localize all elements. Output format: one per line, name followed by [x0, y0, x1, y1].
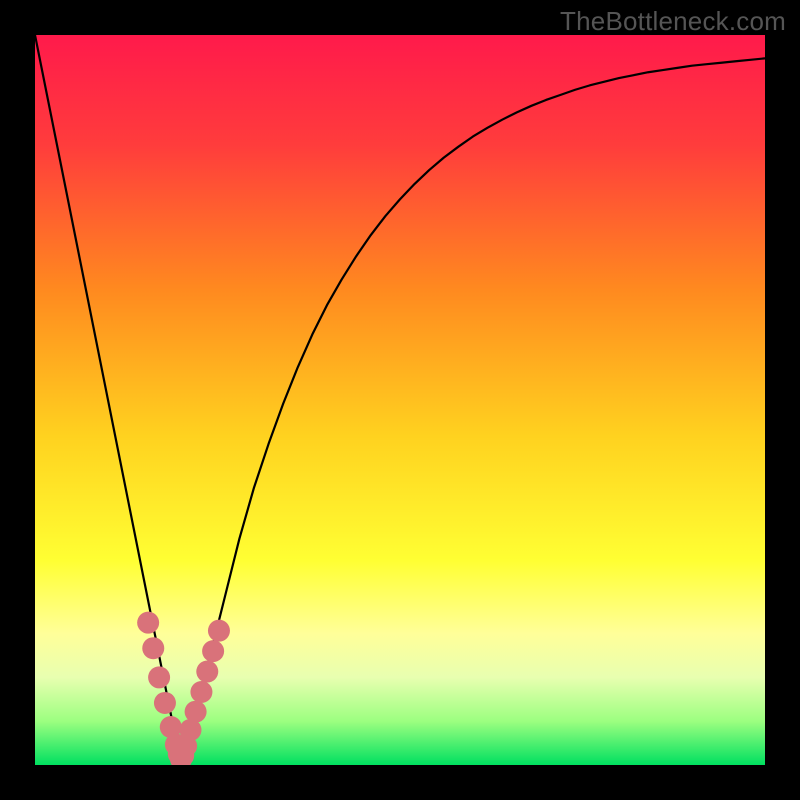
- chart-svg: [35, 35, 765, 765]
- highlight-dot: [202, 640, 224, 662]
- plot-area: [35, 35, 765, 765]
- highlight-dot: [185, 701, 207, 723]
- chart-frame: TheBottleneck.com: [0, 0, 800, 800]
- highlight-dot: [190, 681, 212, 703]
- highlight-dot: [148, 666, 170, 688]
- highlight-dot: [154, 692, 176, 714]
- highlight-dot: [208, 620, 230, 642]
- watermark-text: TheBottleneck.com: [560, 6, 786, 37]
- highlight-dot: [196, 661, 218, 683]
- highlight-dot: [142, 637, 164, 659]
- chart-background: [35, 35, 765, 765]
- highlight-dot: [137, 612, 159, 634]
